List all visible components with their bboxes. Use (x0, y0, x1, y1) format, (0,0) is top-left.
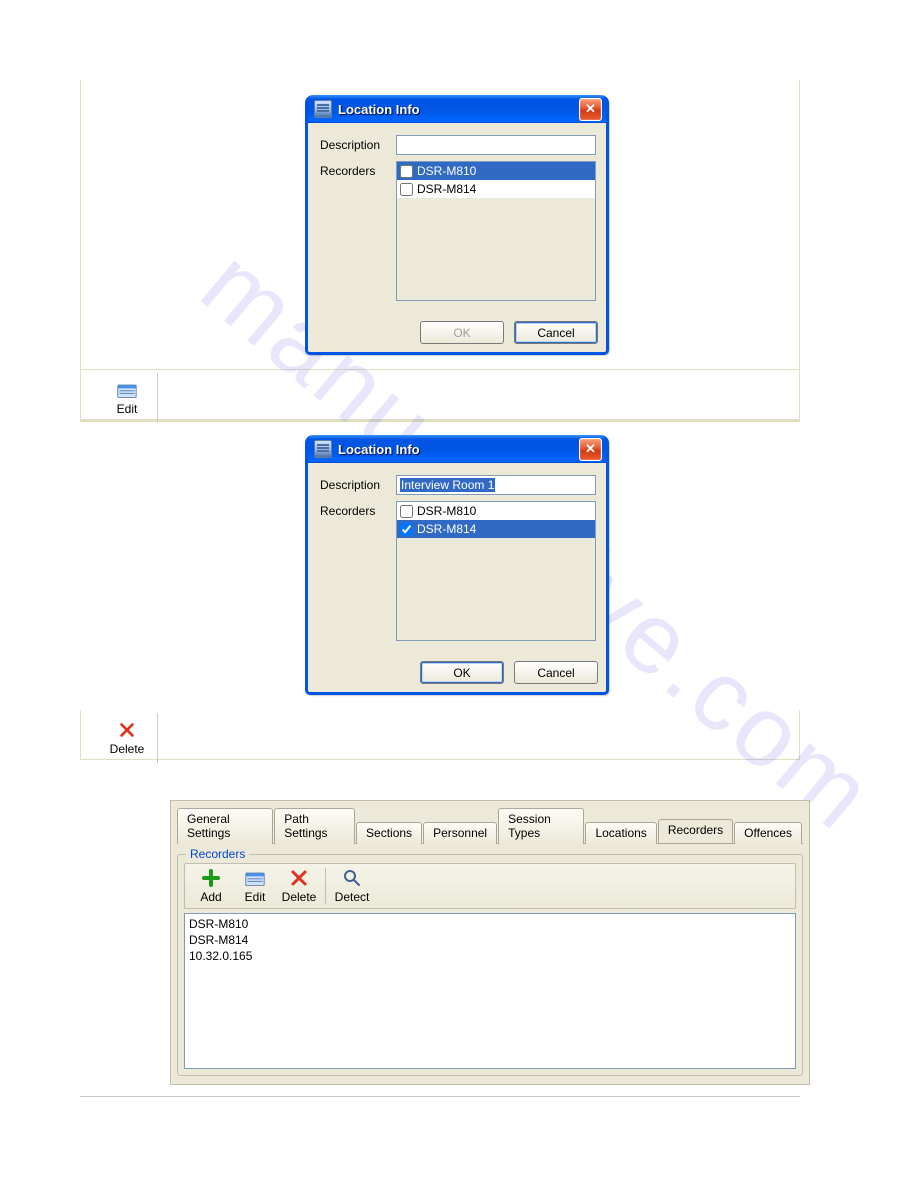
delete-button[interactable]: Delete (277, 866, 321, 906)
tab-recorders[interactable]: Recorders (658, 819, 733, 843)
ok-button[interactable]: OK (420, 661, 504, 684)
close-icon[interactable]: ✕ (579, 438, 602, 461)
delete-label: Delete (110, 742, 145, 756)
cancel-button[interactable]: Cancel (514, 661, 598, 684)
listbox-empty-area (397, 198, 595, 300)
edit-toolbar-cell[interactable]: Edit (97, 373, 158, 423)
edit-icon (117, 381, 137, 399)
dialog-title: Location Info (338, 102, 579, 117)
recorders-listbox[interactable]: DSR-M810 DSR-M814 (396, 161, 596, 301)
edit-button[interactable]: Edit (233, 866, 277, 906)
list-item[interactable]: DSR-M814 (397, 520, 595, 538)
tab-bar: General Settings Path Settings Sections … (171, 801, 809, 843)
titlebar[interactable]: Location Info ✕ (308, 435, 606, 463)
recorder-name: DSR-M810 (417, 164, 476, 178)
tab-path-settings[interactable]: Path Settings (274, 808, 355, 844)
list-item[interactable]: 10.32.0.165 (189, 948, 791, 964)
recorder-name: DSR-M810 (417, 504, 476, 518)
description-label: Description (320, 135, 396, 152)
recorders-group: Recorders Add Edit Delete Detect DSR-M81… (177, 854, 803, 1076)
delete-icon (117, 721, 137, 739)
detect-button[interactable]: Detect (330, 866, 374, 906)
recorders-toolbar: Add Edit Delete Detect (184, 863, 796, 909)
recorders-label: Recorders (320, 161, 396, 178)
list-item[interactable]: DSR-M810 (189, 916, 791, 932)
recorders-label: Recorders (320, 501, 396, 518)
plus-icon (201, 868, 221, 888)
ok-button[interactable]: OK (420, 321, 504, 344)
location-info-dialog-1: Location Info ✕ Description Recorders DS… (305, 95, 609, 355)
list-item[interactable]: DSR-M810 (397, 502, 595, 520)
add-button[interactable]: Add (189, 866, 233, 906)
search-icon (342, 868, 362, 888)
location-info-dialog-2: Location Info ✕ Description Interview Ro… (305, 435, 609, 695)
settings-panel: General Settings Path Settings Sections … (170, 800, 810, 1085)
group-title: Recorders (186, 847, 249, 861)
tab-general-settings[interactable]: General Settings (177, 808, 273, 844)
recorder-checkbox[interactable] (400, 523, 413, 536)
recorder-checkbox[interactable] (400, 183, 413, 196)
recorders-list[interactable]: DSR-M810 DSR-M814 10.32.0.165 (184, 913, 796, 1069)
dialog-icon (314, 440, 332, 458)
list-item[interactable]: DSR-M814 (189, 932, 791, 948)
tab-sections[interactable]: Sections (356, 822, 422, 844)
list-item[interactable]: DSR-M814 (397, 180, 595, 198)
titlebar[interactable]: Location Info ✕ (308, 95, 606, 123)
recorder-name: DSR-M814 (417, 522, 476, 536)
recorders-listbox[interactable]: DSR-M810 DSR-M814 (396, 501, 596, 641)
description-input[interactable]: Interview Room 1 (396, 475, 596, 495)
recorder-checkbox[interactable] (400, 505, 413, 518)
edit-label: Edit (117, 402, 138, 416)
dialog-icon (314, 100, 332, 118)
edit-icon (245, 868, 265, 888)
description-label: Description (320, 475, 396, 492)
description-input[interactable] (396, 135, 596, 155)
listbox-empty-area (397, 538, 595, 640)
close-icon[interactable]: ✕ (579, 98, 602, 121)
toolbar-separator (325, 868, 326, 904)
recorder-name: DSR-M814 (417, 182, 476, 196)
tab-personnel[interactable]: Personnel (423, 822, 497, 844)
recorder-checkbox[interactable] (400, 165, 413, 178)
list-item[interactable]: DSR-M810 (397, 162, 595, 180)
delete-toolbar-cell[interactable]: Delete (97, 713, 158, 763)
tab-offences[interactable]: Offences (734, 822, 802, 844)
tab-locations[interactable]: Locations (585, 822, 656, 844)
tab-session-types[interactable]: Session Types (498, 808, 584, 844)
dialog-title: Location Info (338, 442, 579, 457)
delete-icon (289, 868, 309, 888)
cancel-button[interactable]: Cancel (514, 321, 598, 344)
